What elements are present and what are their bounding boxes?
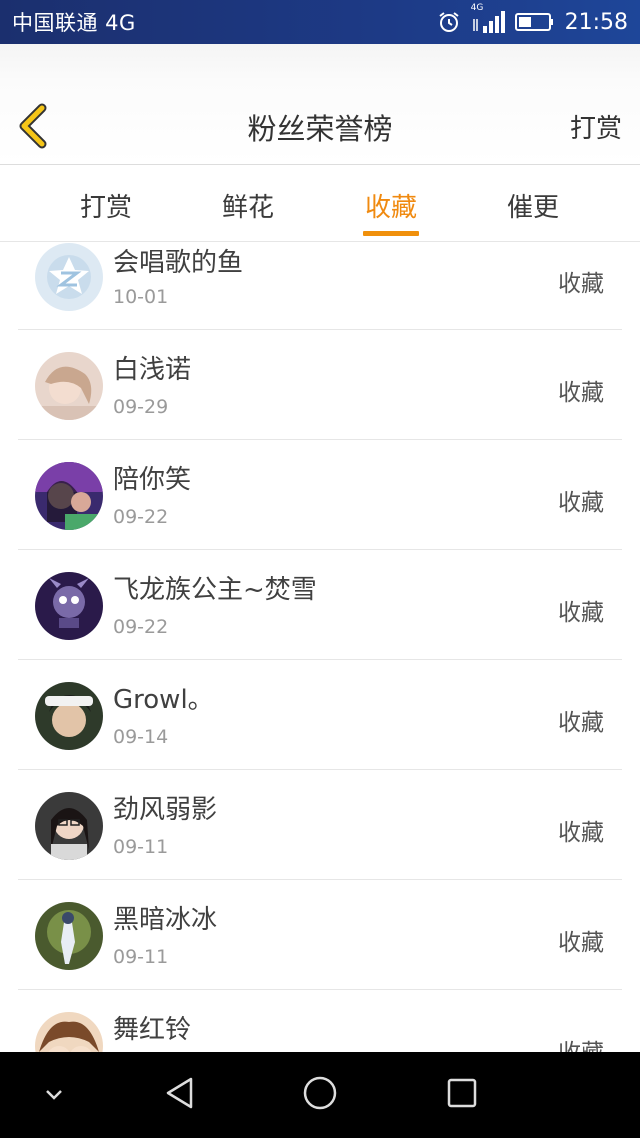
fan-date: 09-11: [113, 946, 169, 968]
page-title: 粉丝荣誉榜: [247, 112, 393, 146]
recents-square-icon: [446, 1077, 478, 1113]
app-header: 粉丝荣誉榜 打赏: [0, 44, 640, 165]
home-circle-icon: [302, 1075, 338, 1115]
tab-reward[interactable]: 打赏: [56, 187, 156, 224]
avatar: [35, 1012, 103, 1052]
tab-favorites[interactable]: 收藏: [341, 187, 441, 224]
avatar: [35, 572, 103, 640]
list-item[interactable]: 舞红铃 收藏: [18, 990, 622, 1052]
navigation-bar: [0, 1052, 640, 1138]
reward-button[interactable]: 打赏: [570, 108, 622, 145]
fan-action: 收藏: [558, 490, 604, 516]
clock: 21:58: [564, 9, 628, 35]
chevron-down-icon: [44, 1086, 64, 1105]
back-triangle-icon: [164, 1076, 196, 1114]
fan-date: 09-11: [113, 836, 169, 858]
fan-action: 收藏: [558, 930, 604, 956]
list-item[interactable]: 飞龙族公主~焚雪 09-22 收藏: [18, 550, 622, 660]
fan-name: 黑暗冰冰: [113, 905, 218, 935]
hide-nav-button[interactable]: [34, 1052, 74, 1138]
avatar: [35, 682, 103, 750]
avatar: [35, 902, 103, 970]
list-item[interactable]: 陪你笑 09-22 收藏: [18, 440, 622, 550]
tab-flowers[interactable]: 鲜花: [198, 187, 298, 224]
list-item[interactable]: 黑暗冰冰 09-11 收藏: [18, 880, 622, 990]
fan-date: 09-22: [113, 506, 169, 528]
list-item[interactable]: 白浅诺 09-29 收藏: [18, 330, 622, 440]
fan-name: 白浅诺: [113, 355, 192, 385]
alarm-icon: [437, 10, 461, 34]
fan-name: 劲风弱影: [113, 795, 218, 825]
fan-name: 飞龙族公主~焚雪: [113, 575, 317, 605]
network-badge: 4G: [470, 3, 484, 13]
fan-date: 09-22: [113, 616, 169, 638]
list-item[interactable]: 会唱歌的鱼 10-01 收藏: [18, 242, 622, 330]
fan-date: 09-14: [113, 726, 169, 748]
list-item[interactable]: 劲风弱影 09-11 收藏: [18, 770, 622, 880]
fan-action: 收藏: [558, 710, 604, 736]
fan-list: 会唱歌的鱼 10-01 收藏 白浅诺 09-29 收藏 陪你笑 09-22 收藏…: [0, 242, 640, 1052]
fan-action: 收藏: [558, 271, 604, 297]
battery-icon: [514, 11, 555, 33]
fan-name: 会唱歌的鱼: [113, 248, 244, 278]
active-tab-indicator: [363, 231, 419, 236]
fan-date: 09-29: [113, 396, 169, 418]
fan-action: 收藏: [558, 600, 604, 626]
carrier-label: 中国联通 4G: [12, 11, 136, 35]
avatar: [35, 352, 103, 420]
signal-icon: 4G: [471, 3, 505, 35]
fan-action: 收藏: [558, 1033, 604, 1052]
fan-name: 陪你笑: [113, 465, 192, 495]
tab-urge-update[interactable]: 催更: [483, 187, 583, 224]
fan-action: 收藏: [558, 380, 604, 406]
fan-action: 收藏: [558, 820, 604, 846]
status-icons: 4G 21:58: [437, 3, 628, 35]
list-item[interactable]: Growl。 09-14 收藏: [18, 660, 622, 770]
tab-bar: 打赏 鲜花 收藏 催更: [0, 165, 640, 242]
recents-nav-button[interactable]: [434, 1052, 490, 1138]
avatar: [35, 462, 103, 530]
fan-name: 舞红铃: [113, 1015, 192, 1045]
fan-date: 10-01: [113, 286, 169, 308]
avatar: [35, 243, 103, 311]
fan-name: Growl。: [113, 685, 214, 715]
avatar: [35, 792, 103, 860]
status-bar: 中国联通 4G 4G 21:58: [0, 0, 640, 44]
back-nav-button[interactable]: [152, 1052, 208, 1138]
home-nav-button[interactable]: [292, 1052, 348, 1138]
